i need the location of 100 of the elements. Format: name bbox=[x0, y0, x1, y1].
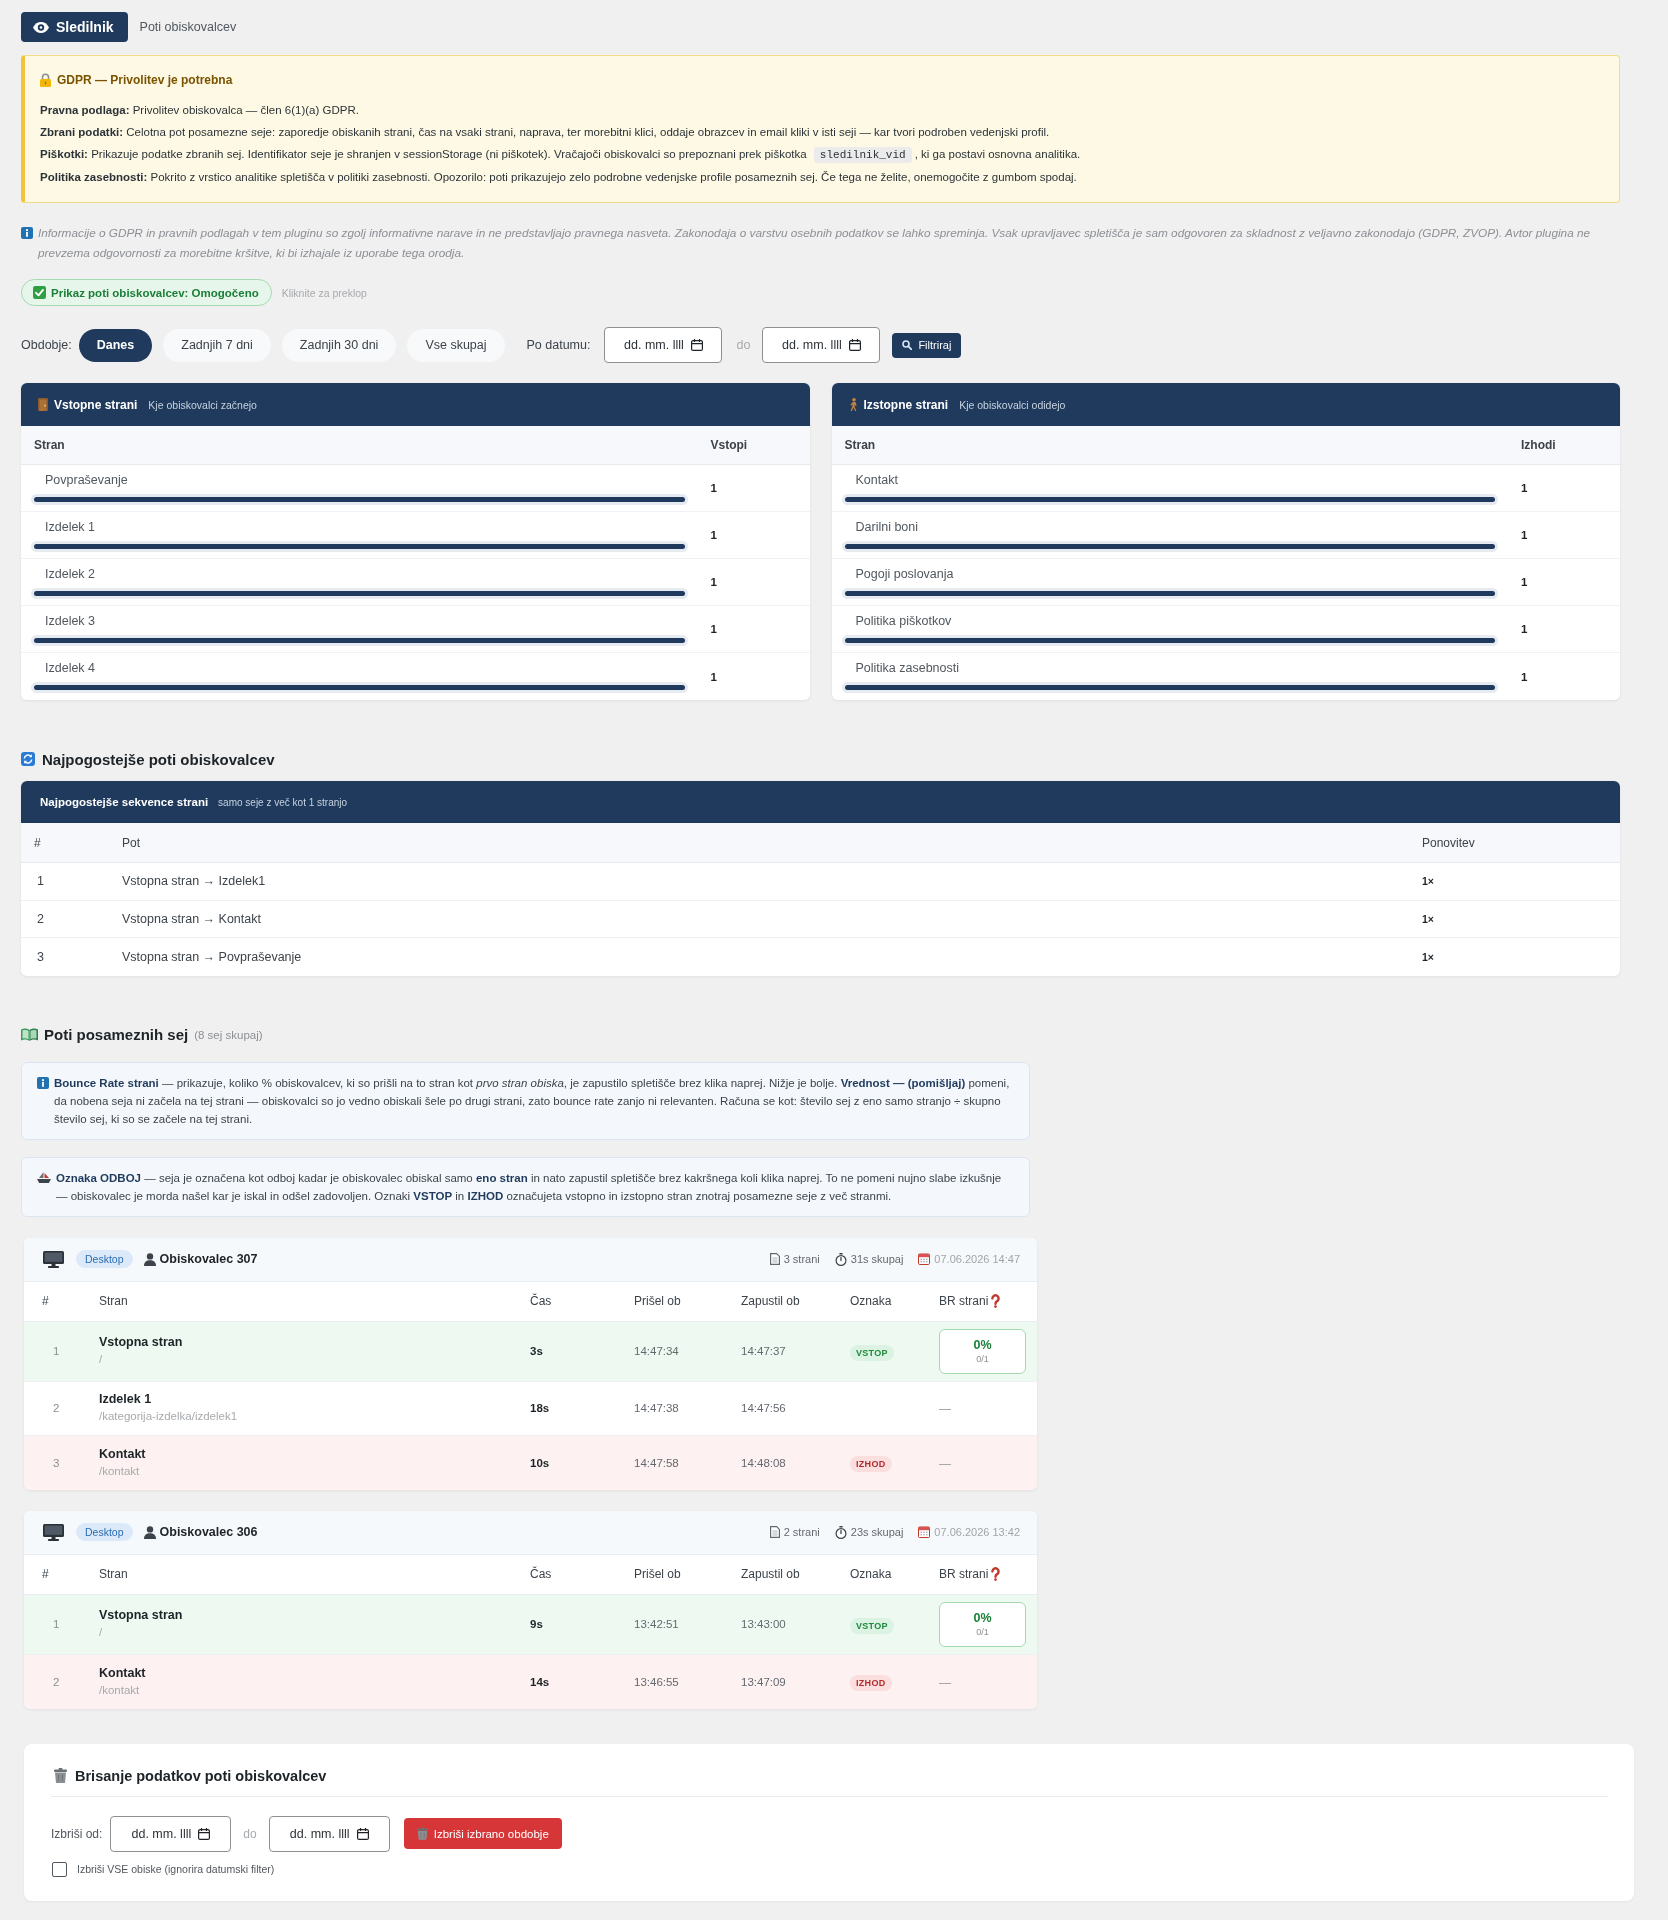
eye-icon bbox=[33, 21, 49, 33]
help-icon bbox=[991, 1294, 1001, 1308]
info-icon bbox=[21, 227, 33, 239]
page-icon bbox=[769, 1526, 780, 1538]
search-icon bbox=[902, 340, 913, 350]
date-field[interactable]: dd. mm. llll bbox=[110, 1815, 232, 1852]
plugin-name: Sledilnik bbox=[56, 19, 114, 35]
page-count: 3 strani bbox=[783, 1253, 820, 1265]
arrival-time: 14:47:38 bbox=[634, 1402, 680, 1414]
page-path: Vstopna stran → Izdelek1 bbox=[122, 874, 267, 889]
card-title: Vstopne strani bbox=[54, 397, 138, 412]
page-name: Izdelek 3 bbox=[44, 613, 97, 629]
repeat-count: 1× bbox=[1422, 912, 1435, 925]
page-name: Politika piškotkov bbox=[854, 613, 953, 629]
card-subtitle: samo seje z več kot 1 stranjo bbox=[218, 796, 348, 808]
arrival-time: 14:47:58 bbox=[634, 1456, 680, 1469]
bounce-rate-value: 0% bbox=[973, 1610, 992, 1626]
page-path: /kontakt bbox=[99, 1682, 141, 1698]
door-icon bbox=[38, 398, 48, 411]
notice-line: Zbrani podatki: Celotna pot posamezne seje: zaporedje obiskanih strani, čas na vsaki strani, naprava, ter morebitni klici, oddaje obrazcev in email kliki v isti seji — kar tvori podroben vedenjski profil. bbox=[40, 125, 1051, 140]
calendar-icon bbox=[848, 339, 861, 351]
column-header: Pot bbox=[122, 835, 141, 850]
user-icon bbox=[143, 1525, 156, 1539]
card-subtitle: Kje obiskovalci odidejo bbox=[959, 398, 1066, 411]
column-header: Ponovitev bbox=[1422, 835, 1476, 850]
device-tag: Desktop bbox=[76, 1250, 133, 1268]
date-field[interactable]: dd. mm. llll bbox=[604, 327, 723, 363]
period-tab[interactable]: Vse skupaj bbox=[407, 328, 505, 362]
period-tab[interactable]: Danes bbox=[78, 328, 153, 362]
session-date: 07.06.2026 14:47 bbox=[934, 1253, 1020, 1265]
time-on-page: 18s bbox=[530, 1402, 551, 1414]
section-heading: Poti posameznih sej bbox=[44, 1026, 189, 1043]
help-icon bbox=[991, 1567, 1001, 1581]
info-icon bbox=[37, 1076, 49, 1089]
leave-time: 14:48:08 bbox=[741, 1456, 787, 1469]
column-header: # bbox=[42, 1567, 49, 1581]
page-tag: IZHOD bbox=[850, 1675, 892, 1691]
filter-button[interactable]: Filtriraj bbox=[892, 332, 962, 358]
monitor-icon bbox=[43, 1250, 64, 1268]
time-on-page: 3s bbox=[530, 1345, 544, 1357]
row-index: 2 bbox=[36, 911, 45, 926]
leave-time: 13:43:00 bbox=[741, 1618, 787, 1630]
page-count: 1 bbox=[1521, 529, 1529, 541]
row-index: 2 bbox=[52, 1402, 61, 1414]
column-header: Zapustil ob bbox=[741, 1567, 800, 1581]
arrival-time: 13:46:55 bbox=[634, 1675, 680, 1688]
page-name: Kontakt bbox=[854, 472, 899, 488]
page-tag: IZHOD bbox=[850, 1456, 892, 1472]
date-field[interactable]: dd. mm. llll bbox=[268, 1815, 390, 1852]
page-icon bbox=[769, 1253, 780, 1265]
checkbox[interactable] bbox=[52, 1861, 67, 1877]
range-separator: do bbox=[736, 338, 751, 352]
column-header: Oznaka bbox=[850, 1294, 892, 1308]
page-path: / bbox=[99, 1352, 104, 1367]
page-count: 1 bbox=[1521, 670, 1529, 683]
column-header: Oznaka bbox=[850, 1567, 892, 1581]
note-text: Oznaka ODBOJ — seja je označena kot odboj kadar je obiskovalec obiskal samo eno stran in nato zapustil spletišče brez kakršnega koli klika naprej. To ne pomeni nujno slabe izkušnje — obiskovalec je morda našel kar je iskal in odšel zadovoljen. Oznaki VSTOP in IZHOD označujeta vstopno in izstopno stran znotraj posamezne seje z več stranmi. bbox=[56, 1170, 1003, 1204]
page-path: /kontakt bbox=[99, 1463, 141, 1479]
time-on-page: 14s bbox=[530, 1675, 551, 1688]
page-count: 1 bbox=[1521, 576, 1529, 588]
calendar-icon bbox=[356, 1827, 369, 1840]
page-title: Kontakt bbox=[99, 1664, 147, 1682]
column-header: Stran bbox=[844, 438, 877, 452]
period-tab[interactable]: Zadnjih 7 dni bbox=[163, 328, 271, 362]
page-count: 1 bbox=[710, 576, 718, 588]
date-field[interactable]: dd. mm. llll bbox=[762, 327, 881, 363]
calendar-icon bbox=[690, 339, 703, 351]
column-header: Stran bbox=[34, 438, 66, 452]
column-header: Stran bbox=[99, 1294, 128, 1308]
disclaimer-text: Informacije o GDPR in pravnih podlagah v tem pluginu so zgolj informativne narave in ne predstavljajo pravnega nasveta. Zakonodaja o varstvu osebnih podatkov se lahko spreminja. Vsak upravljavec spletišča je sam odgovoren za skladnost z veljavno zakonodajo (GDPR, ZVOP). Avtor plugina ne prevzema odgovornosti za morebitne kršitve, ki bi izhajale iz uporabe tega orodja. bbox=[38, 225, 1592, 262]
delete-button[interactable]: Izbriši izbrano obdobje bbox=[403, 1818, 562, 1849]
page-path: / bbox=[99, 1625, 104, 1640]
column-header: Čas bbox=[530, 1294, 552, 1308]
page-count: 1 bbox=[710, 670, 718, 683]
calendar-icon bbox=[918, 1526, 931, 1538]
page-count: 1 bbox=[1521, 482, 1529, 494]
monitor-icon bbox=[43, 1523, 64, 1541]
range-separator: do bbox=[243, 1826, 257, 1841]
page-name: Izdelek 2 bbox=[44, 566, 97, 582]
session-date: 07.06.2026 13:42 bbox=[934, 1526, 1020, 1538]
page-name: Povpraševanje bbox=[44, 472, 129, 488]
visitor-name: Obiskovalec 307 bbox=[159, 1252, 258, 1266]
column-header: # bbox=[34, 835, 42, 850]
arrival-time: 13:42:51 bbox=[634, 1618, 680, 1630]
stopwatch-icon bbox=[834, 1252, 847, 1266]
row-index: 3 bbox=[52, 1456, 61, 1469]
card-subtitle: Kje obiskovalci začnejo bbox=[148, 398, 257, 411]
column-header: BR strani bbox=[939, 1294, 989, 1308]
notice-title: GDPR — Privolitev je potrebna bbox=[57, 73, 233, 87]
card-title: Najpogostejše sekvence strani bbox=[40, 796, 209, 808]
tracking-toggle[interactable]: Prikaz poti obiskovalcev: Omogočeno bbox=[21, 279, 272, 306]
user-icon bbox=[143, 1252, 156, 1266]
empty-value: — bbox=[939, 1456, 951, 1471]
row-index: 2 bbox=[52, 1675, 61, 1688]
repeat-count: 1× bbox=[1422, 950, 1435, 963]
visitor-name: Obiskovalec 306 bbox=[159, 1525, 258, 1539]
column-header: Prišel ob bbox=[634, 1294, 681, 1308]
stopwatch-icon bbox=[834, 1525, 847, 1539]
checkbox-label[interactable]: Izbriši VSE obiske (ignorira datumski filter) bbox=[77, 1863, 275, 1875]
period-tab[interactable]: Zadnjih 30 dni bbox=[281, 328, 397, 362]
